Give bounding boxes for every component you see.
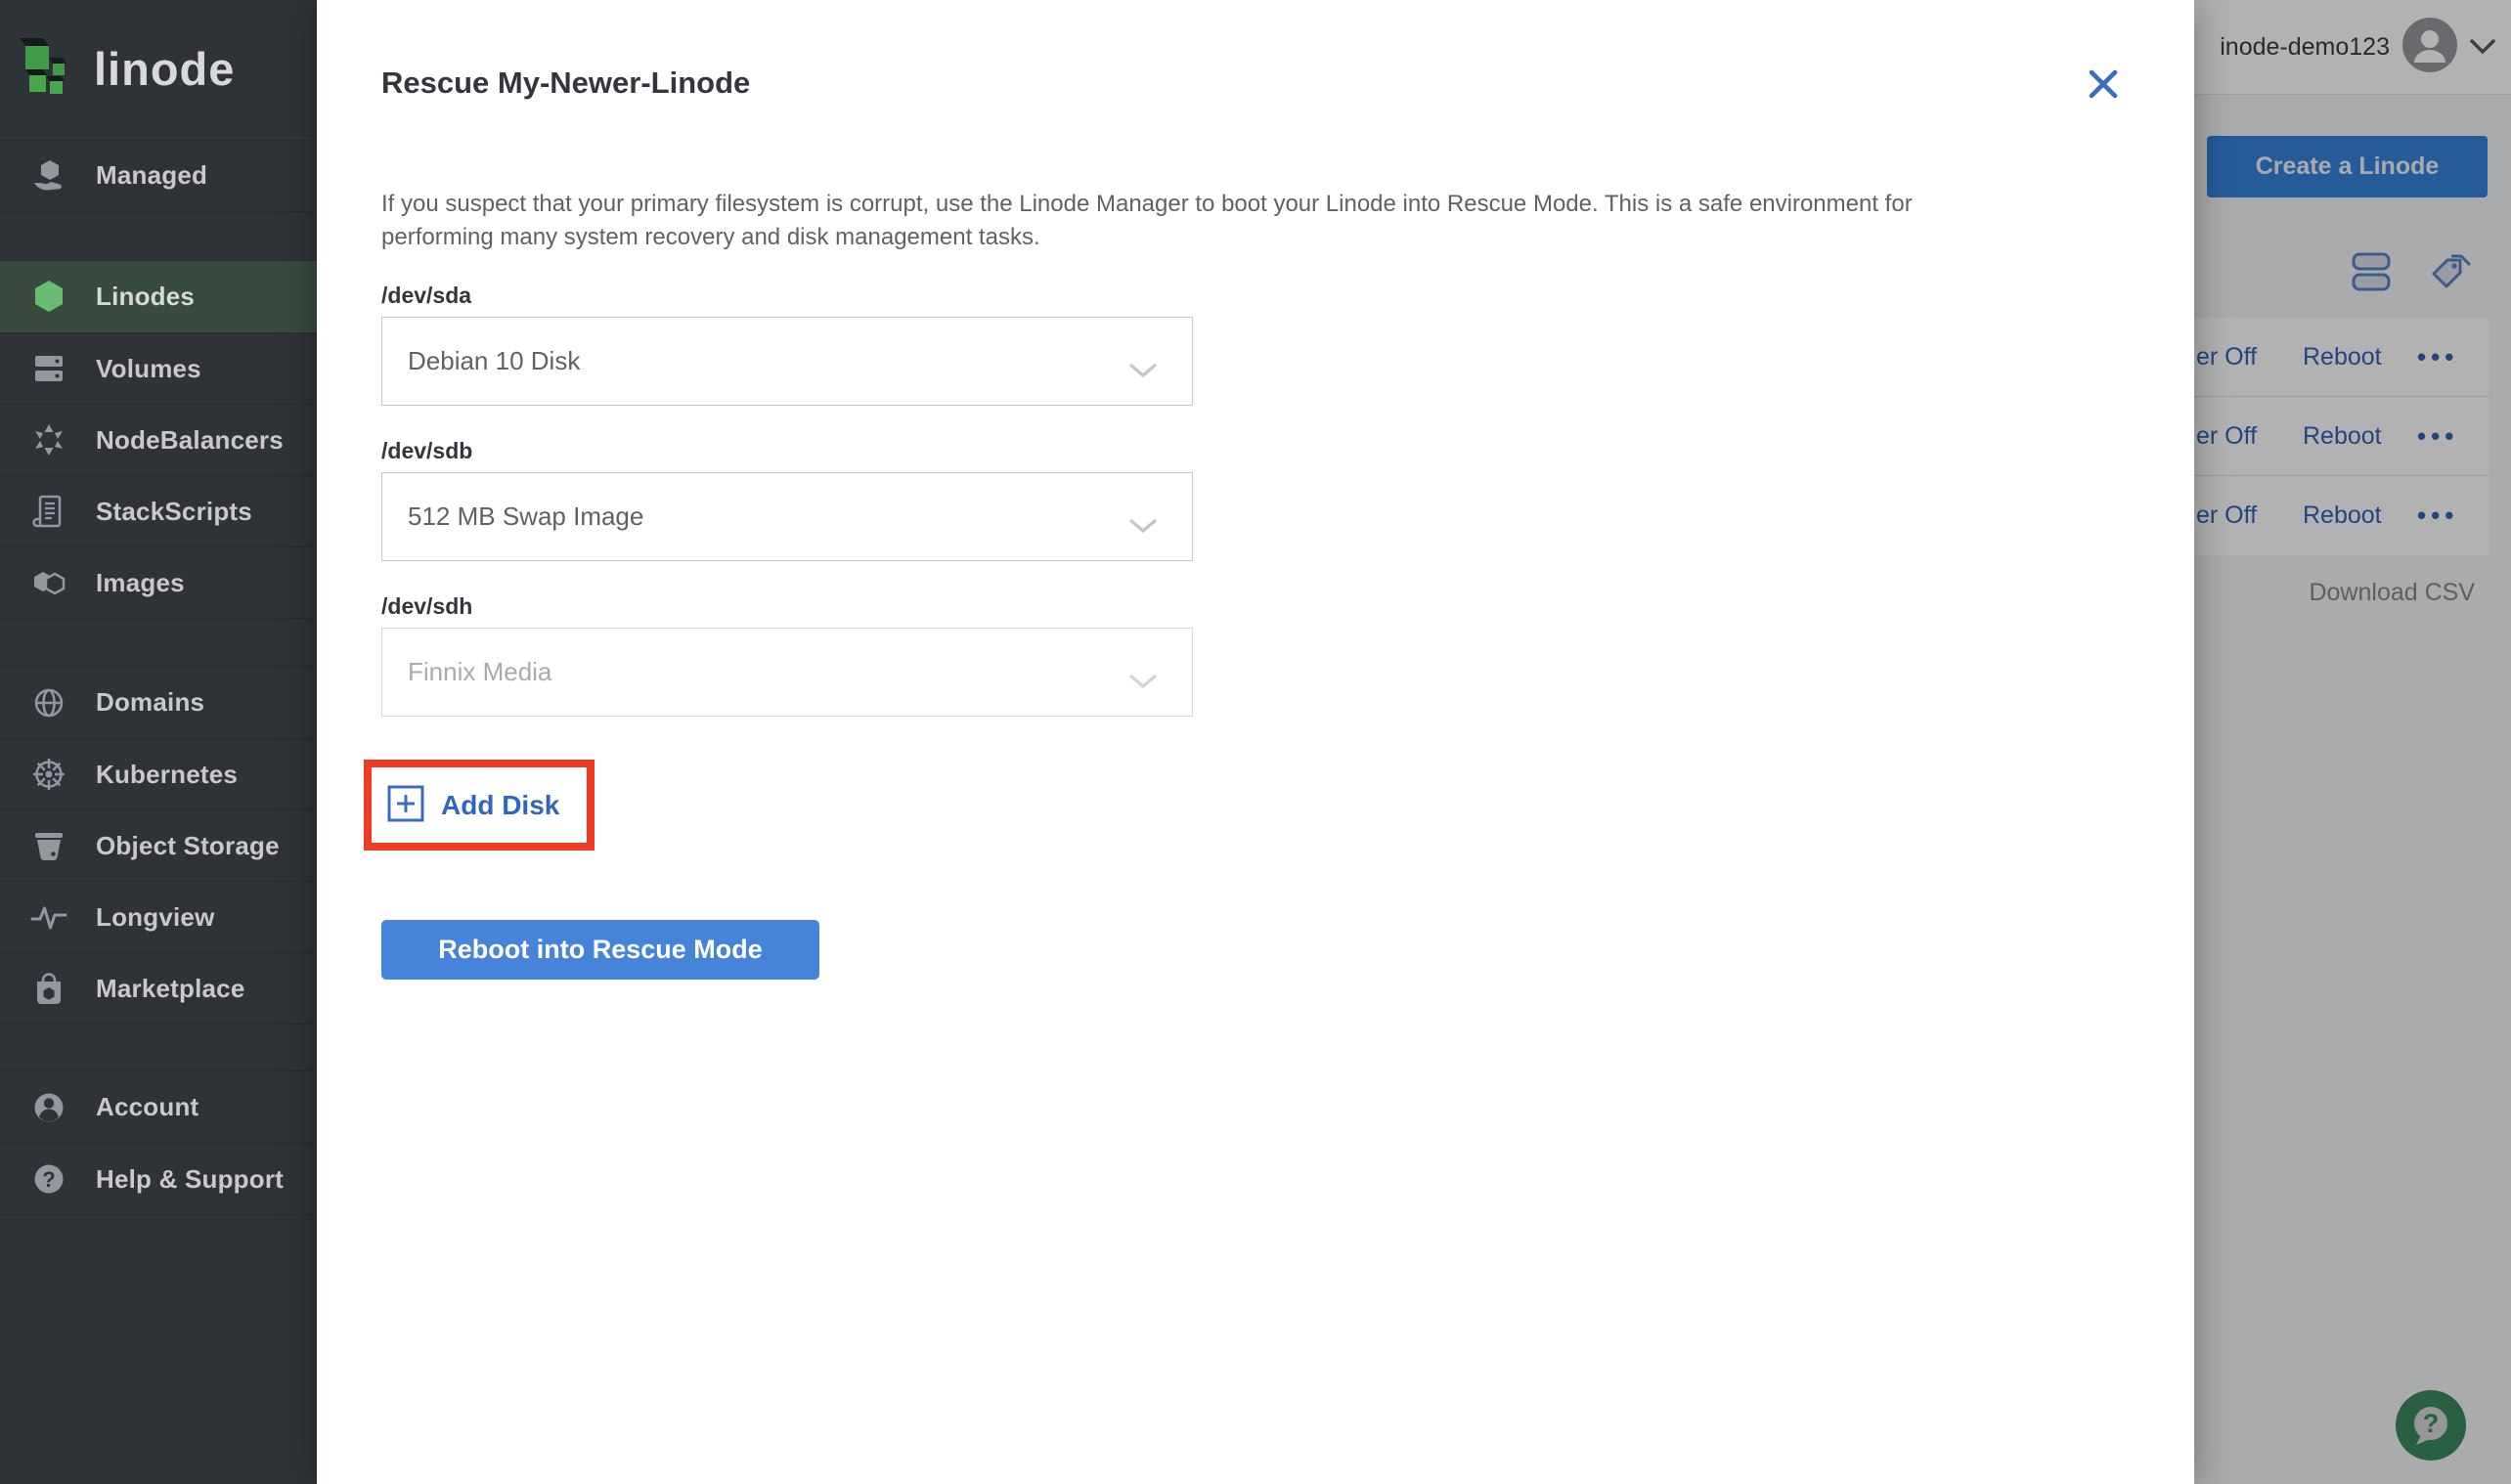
sidebar-item-label: Help & Support xyxy=(96,1163,285,1194)
field-label: /dev/sdh xyxy=(381,593,473,619)
images-icon xyxy=(29,563,68,602)
plus-box-icon xyxy=(387,785,424,825)
add-disk-label: Add Disk xyxy=(441,789,560,820)
sidebar-item-label: Account xyxy=(96,1092,199,1121)
sidebar-item-managed[interactable]: Managed xyxy=(0,140,352,211)
object-storage-icon xyxy=(29,826,68,865)
sidebar-item-label: Longview xyxy=(96,901,215,932)
sidebar-item-volumes[interactable]: Volumes xyxy=(0,332,352,404)
linodes-icon xyxy=(29,278,68,317)
nav-group-compute: Linodes Volumes NodeBalancers StackScrip… xyxy=(0,260,352,619)
sidebar: linode Managed Linodes Volumes NodeBalan… xyxy=(0,0,352,1484)
reboot-into-rescue-mode-button[interactable]: Reboot into Rescue Mode xyxy=(381,920,819,980)
account-icon xyxy=(29,1088,68,1127)
close-icon xyxy=(2085,65,2122,106)
dev-sda-select[interactable]: Debian 10 Disk xyxy=(381,317,1193,406)
sidebar-item-help-support[interactable]: ? Help & Support xyxy=(0,1143,352,1214)
linode-logo[interactable]: linode xyxy=(0,0,352,139)
select-value: Finnix Media xyxy=(408,657,552,686)
sidebar-item-linodes[interactable]: Linodes xyxy=(0,261,352,332)
modal-backdrop[interactable] xyxy=(2194,0,2511,1484)
sidebar-item-label: Managed xyxy=(96,160,208,190)
kubernetes-icon xyxy=(29,755,68,794)
stackscripts-icon xyxy=(29,492,68,531)
sidebar-item-label: Kubernetes xyxy=(96,759,239,789)
field-dev-sdh: /dev/sdh Finnix Media xyxy=(381,593,2194,717)
linode-logo-icon xyxy=(18,34,78,104)
dev-sdh-select[interactable]: Finnix Media xyxy=(381,628,1193,717)
chevron-down-icon xyxy=(1127,510,1159,541)
nodebalancers-icon xyxy=(29,420,68,459)
rescue-modal: Rescue My-Newer-Linode If you suspect th… xyxy=(317,0,2194,1484)
sidebar-item-marketplace[interactable]: Marketplace xyxy=(0,952,352,1024)
modal-description: If you suspect that your primary filesys… xyxy=(381,191,1913,250)
volumes-icon xyxy=(29,349,68,388)
sidebar-item-label: Images xyxy=(96,567,185,597)
close-button[interactable] xyxy=(2083,65,2124,106)
field-dev-sda: /dev/sda Debian 10 Disk xyxy=(381,283,2194,406)
sidebar-item-label: Linodes xyxy=(96,282,196,311)
annotation-highlight: Add Disk xyxy=(364,760,595,851)
select-value: 512 MB Swap Image xyxy=(408,502,644,531)
background-page: inode-demo123 Create a Linode er Off Reb… xyxy=(2194,0,2511,1484)
sidebar-item-kubernetes[interactable]: Kubernetes xyxy=(0,738,352,809)
sidebar-nav: Managed Linodes Volumes NodeBalancers St… xyxy=(0,139,352,1215)
field-label: /dev/sda xyxy=(381,283,472,308)
linode-logo-text: linode xyxy=(94,43,236,95)
longview-icon xyxy=(29,897,68,937)
linode-cloud-manager: linode Managed Linodes Volumes NodeBalan… xyxy=(0,0,2511,1484)
sidebar-item-longview[interactable]: Longview xyxy=(0,881,352,952)
sidebar-item-object-storage[interactable]: Object Storage xyxy=(0,809,352,881)
sidebar-item-label: Domains xyxy=(96,687,205,717)
sidebar-item-account[interactable]: Account xyxy=(0,1071,352,1143)
help-icon: ? xyxy=(29,1159,68,1199)
select-value: Debian 10 Disk xyxy=(408,346,581,375)
svg-text:?: ? xyxy=(42,1167,55,1192)
sidebar-item-nodebalancers[interactable]: NodeBalancers xyxy=(0,404,352,475)
modal-title: Rescue My-Newer-Linode xyxy=(381,65,751,100)
sidebar-item-images[interactable]: Images xyxy=(0,546,352,618)
sidebar-item-domains[interactable]: Domains xyxy=(0,667,352,738)
chevron-down-icon xyxy=(1127,666,1159,696)
field-label: /dev/sdb xyxy=(381,438,473,463)
sidebar-item-label: Object Storage xyxy=(96,830,280,860)
sidebar-item-label: Volumes xyxy=(96,353,201,383)
managed-icon xyxy=(29,156,68,196)
nav-group-account: Account ? Help & Support xyxy=(0,1070,352,1215)
sidebar-item-label: Marketplace xyxy=(96,973,245,1003)
field-dev-sdb: /dev/sdb 512 MB Swap Image xyxy=(381,438,2194,561)
nav-group-managed: Managed xyxy=(0,139,352,212)
nav-group-services: Domains Kubernetes Object Storage Longvi… xyxy=(0,666,352,1025)
sidebar-item-stackscripts[interactable]: StackScripts xyxy=(0,475,352,546)
dev-sdb-select[interactable]: 512 MB Swap Image xyxy=(381,472,1193,561)
chevron-down-icon xyxy=(1127,355,1159,385)
domains-icon xyxy=(29,683,68,722)
add-disk-button[interactable]: Add Disk xyxy=(372,767,587,843)
marketplace-icon xyxy=(29,969,68,1008)
sidebar-item-label: StackScripts xyxy=(96,496,252,526)
sidebar-item-label: NodeBalancers xyxy=(96,424,284,455)
